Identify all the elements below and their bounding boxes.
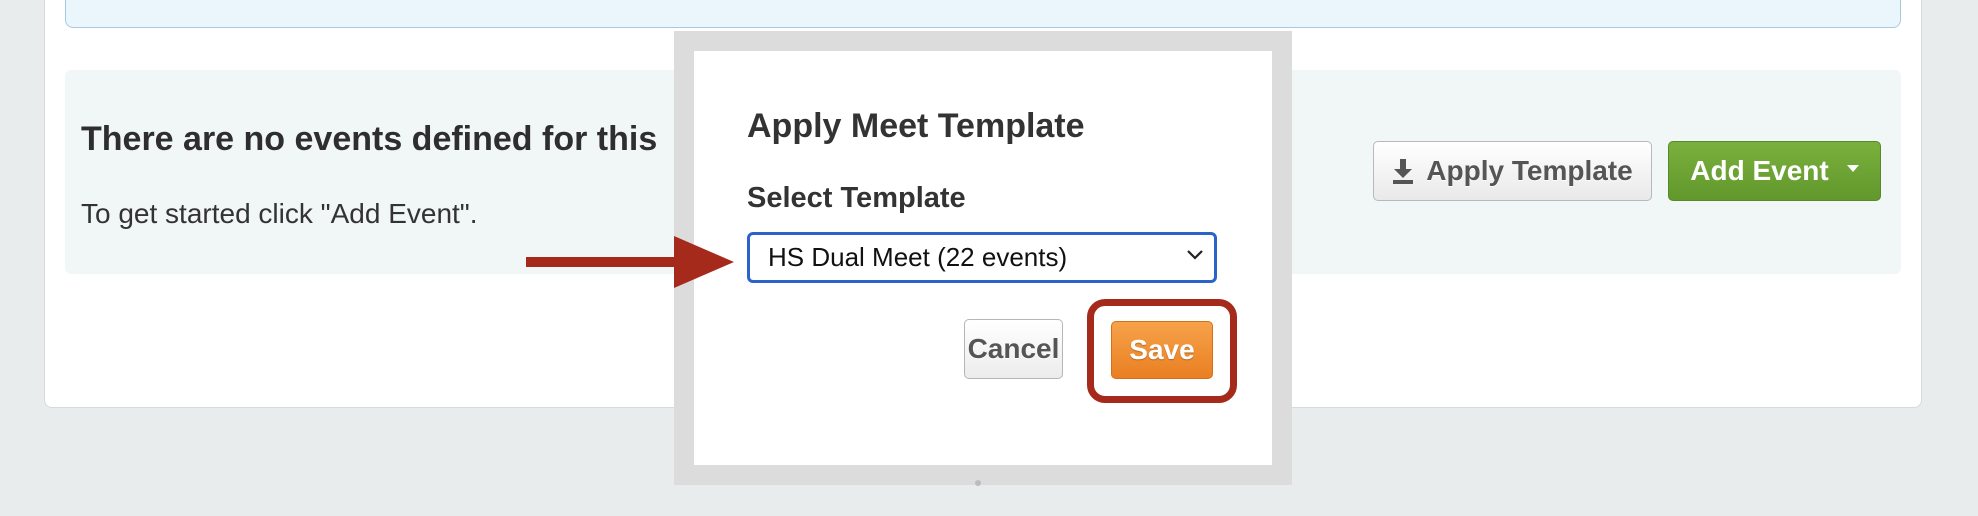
- empty-events-hint: To get started click "Add Event".: [81, 198, 478, 229]
- apply-template-label: Apply Template: [1426, 155, 1633, 186]
- save-highlight-annotation: [1087, 299, 1237, 403]
- modal-title: Apply Meet Template: [747, 107, 1085, 145]
- page-indicator-dot: [975, 480, 981, 486]
- add-event-button[interactable]: Add Event: [1668, 141, 1881, 201]
- chevron-down-icon: [1187, 250, 1203, 260]
- apply-template-button[interactable]: Apply Template: [1373, 141, 1652, 201]
- download-icon: [1393, 159, 1414, 184]
- template-select-value: HS Dual Meet (22 events): [768, 242, 1068, 272]
- arrow-annotation-icon: [526, 236, 734, 288]
- info-banner: [65, 0, 1901, 28]
- template-select[interactable]: HS Dual Meet (22 events): [747, 232, 1217, 283]
- caret-down-icon: [1846, 164, 1859, 172]
- cancel-button[interactable]: Cancel: [964, 319, 1063, 379]
- empty-events-title: There are no events defined for this: [81, 120, 658, 158]
- select-template-label: Select Template: [747, 182, 966, 214]
- add-event-label: Add Event: [1690, 155, 1829, 186]
